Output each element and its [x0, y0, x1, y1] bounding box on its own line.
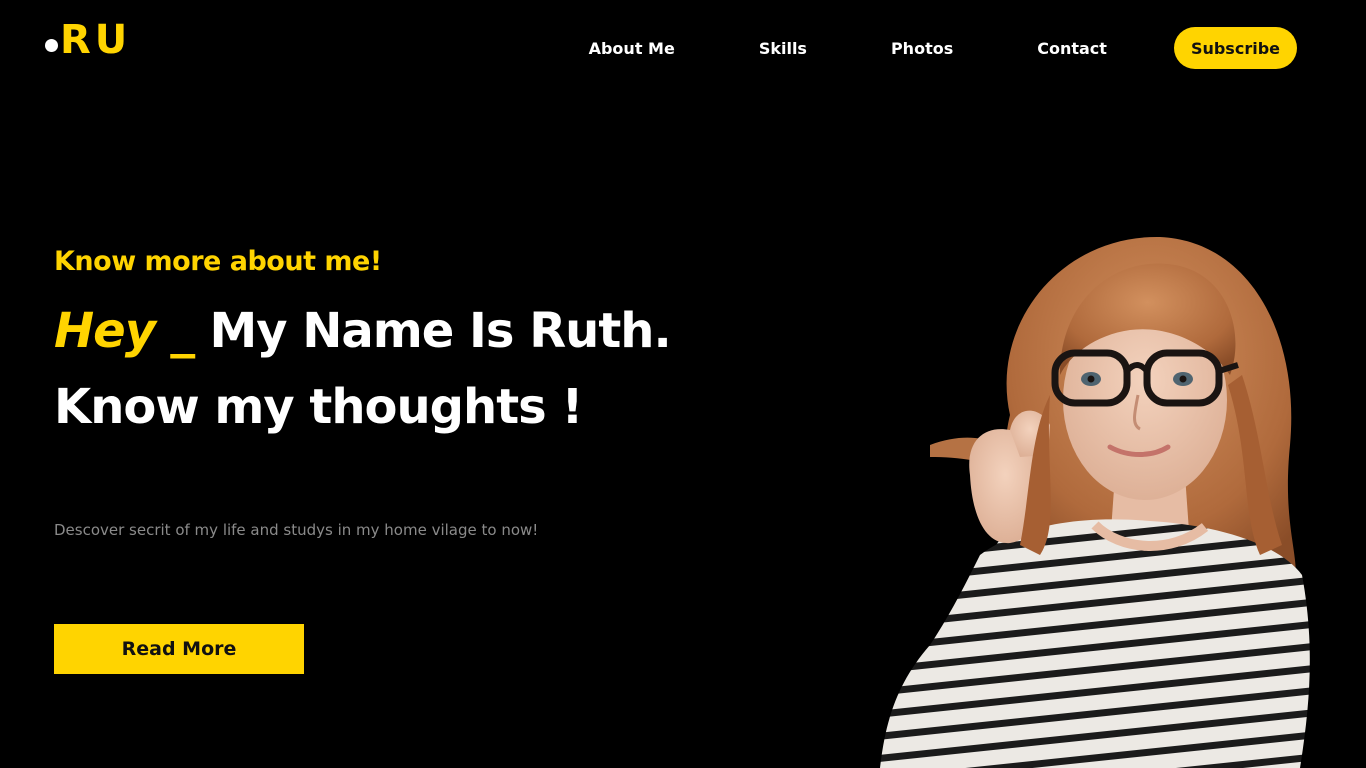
headline-line-2: Know my thoughts !	[54, 379, 583, 435]
hero-headline: Hey _ My Name Is Ruth. Know my thoughts …	[54, 293, 672, 445]
nav-link-about-me[interactable]: About Me	[589, 39, 675, 58]
headline-name: My Name Is Ruth.	[193, 303, 671, 359]
hero-description: Descover secrit of my life and studys in…	[54, 521, 539, 539]
logo-dot	[45, 39, 58, 52]
nav-link-photos[interactable]: Photos	[891, 39, 953, 58]
read-more-button[interactable]: Read More	[54, 624, 304, 674]
logo-text: RU	[60, 17, 132, 63]
hero-eyebrow: Know more about me!	[54, 246, 382, 277]
headline-accent: Hey _	[54, 303, 195, 359]
portrait-image	[880, 236, 1310, 768]
nav-link-skills[interactable]: Skills	[759, 39, 807, 58]
page: RU About Me Skills Photos Contact Subscr…	[0, 0, 1366, 768]
subscribe-button[interactable]: Subscribe	[1173, 27, 1297, 69]
main-nav: About Me Skills Photos Contact Subscribe	[589, 27, 1297, 69]
nav-link-contact[interactable]: Contact	[1037, 39, 1107, 58]
site-logo[interactable]: RU	[45, 18, 131, 62]
